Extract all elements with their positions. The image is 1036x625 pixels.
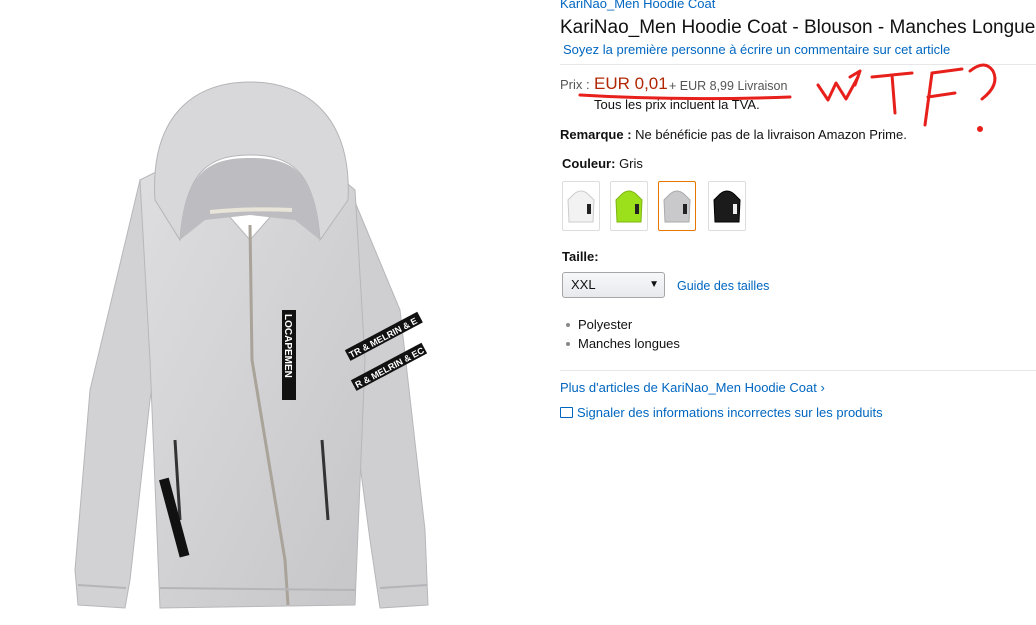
swatch-lime-icon [615, 190, 643, 223]
handwritten-annotation [578, 63, 997, 132]
svg-text:LOCAPEMEN: LOCAPEMEN [282, 314, 293, 378]
annotation-letter-f [923, 67, 964, 127]
dropdown-arrow-icon: ▼ [649, 279, 659, 290]
product-image[interactable]: LOCAPEMEN TR & MELRIN & E R & MELRIN & E… [60, 60, 440, 620]
feature-bullet: Polyester [566, 317, 632, 332]
more-from-brand-link[interactable]: Plus d'articles de KariNao_Men Hoodie Co… [560, 380, 825, 395]
feature-bullet: Manches longues [566, 336, 680, 351]
report-link-text: Signaler des informations incorrectes su… [577, 405, 883, 420]
annotation-question-mark [968, 63, 997, 101]
size-dropdown[interactable]: XXL ▼ [562, 272, 665, 298]
swatch-white-icon [567, 190, 595, 223]
feature-text: Manches longues [578, 336, 680, 351]
product-title: KariNao_Men Hoodie Coat - Blouson - Manc… [560, 17, 1036, 38]
color-swatch-grey[interactable] [658, 181, 696, 231]
color-swatch-black[interactable] [708, 181, 746, 231]
bullet-dot-icon [566, 341, 570, 346]
size-selected-value: XXL [571, 277, 596, 292]
report-incorrect-info-link[interactable]: Signaler des informations incorrectes su… [560, 405, 883, 420]
swatch-black-icon [713, 190, 741, 223]
color-swatch-white[interactable] [562, 181, 600, 231]
size-guide-link[interactable]: Guide des tailles [677, 279, 769, 293]
size-label: Taille: [562, 249, 599, 264]
annotation-letter-t [870, 71, 914, 115]
brand-link[interactable]: KariNao_Men Hoodie Coat [560, 0, 715, 11]
color-swatch-lime[interactable] [610, 181, 648, 231]
color-label-key: Couleur: [562, 156, 616, 171]
jacket-image: LOCAPEMEN TR & MELRIN & E R & MELRIN & E… [74, 81, 429, 609]
swatch-grey-icon [663, 190, 691, 223]
chest-print: LOCAPEMEN [282, 310, 296, 400]
divider [560, 370, 1036, 371]
bullet-dot-icon [566, 322, 570, 327]
feature-text: Polyester [578, 317, 633, 332]
color-selected: Gris [615, 156, 643, 171]
price-underline [578, 93, 792, 101]
color-label: Couleur: Gris [562, 156, 643, 171]
speech-bubble-icon [560, 407, 573, 418]
annotation-letter-w [816, 75, 860, 102]
